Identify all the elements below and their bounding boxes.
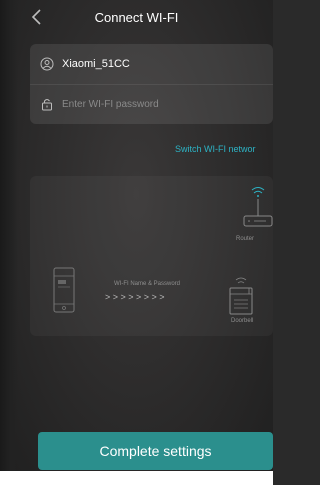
- bottom-edge: [0, 471, 273, 485]
- doorbell-icon: [229, 287, 253, 315]
- left-shadow-edge: [0, 0, 18, 485]
- router-icon: [243, 199, 273, 227]
- phone-icon: [53, 267, 75, 313]
- router-label: Router: [236, 236, 255, 242]
- wifi-icon: [251, 187, 265, 197]
- ssid-row[interactable]: Xiaomi_51CC: [30, 44, 273, 85]
- wifi-credentials-card: Xiaomi_51CC: [30, 44, 273, 124]
- user-circle-icon: [40, 57, 54, 71]
- switch-wifi-network-link[interactable]: Switch WI-FI networ: [175, 144, 256, 154]
- complete-settings-button[interactable]: Complete settings: [38, 432, 273, 470]
- password-row: [30, 84, 273, 124]
- ssid-value: Xiaomi_51CC: [62, 58, 130, 70]
- transfer-arrows: > > > > > > > >: [105, 292, 165, 302]
- doorbell-label: Doorbell: [231, 318, 254, 324]
- device-wifi-icon: [235, 277, 247, 284]
- top-bar: Connect WI-FI: [0, 0, 273, 34]
- setup-diagram: WI-FI Name & Password > > > > > > > > Ro…: [30, 176, 273, 336]
- password-input[interactable]: [62, 98, 262, 110]
- lock-icon: [40, 97, 54, 111]
- connect-wifi-screen: Connect WI-FI Xiaomi_51CC Switch WI-FI n…: [0, 0, 273, 485]
- wifi-name-password-label: WI-FI Name & Password: [114, 281, 181, 287]
- page-title: Connect WI-FI: [94, 10, 179, 25]
- diagram-graphics: [53, 187, 273, 315]
